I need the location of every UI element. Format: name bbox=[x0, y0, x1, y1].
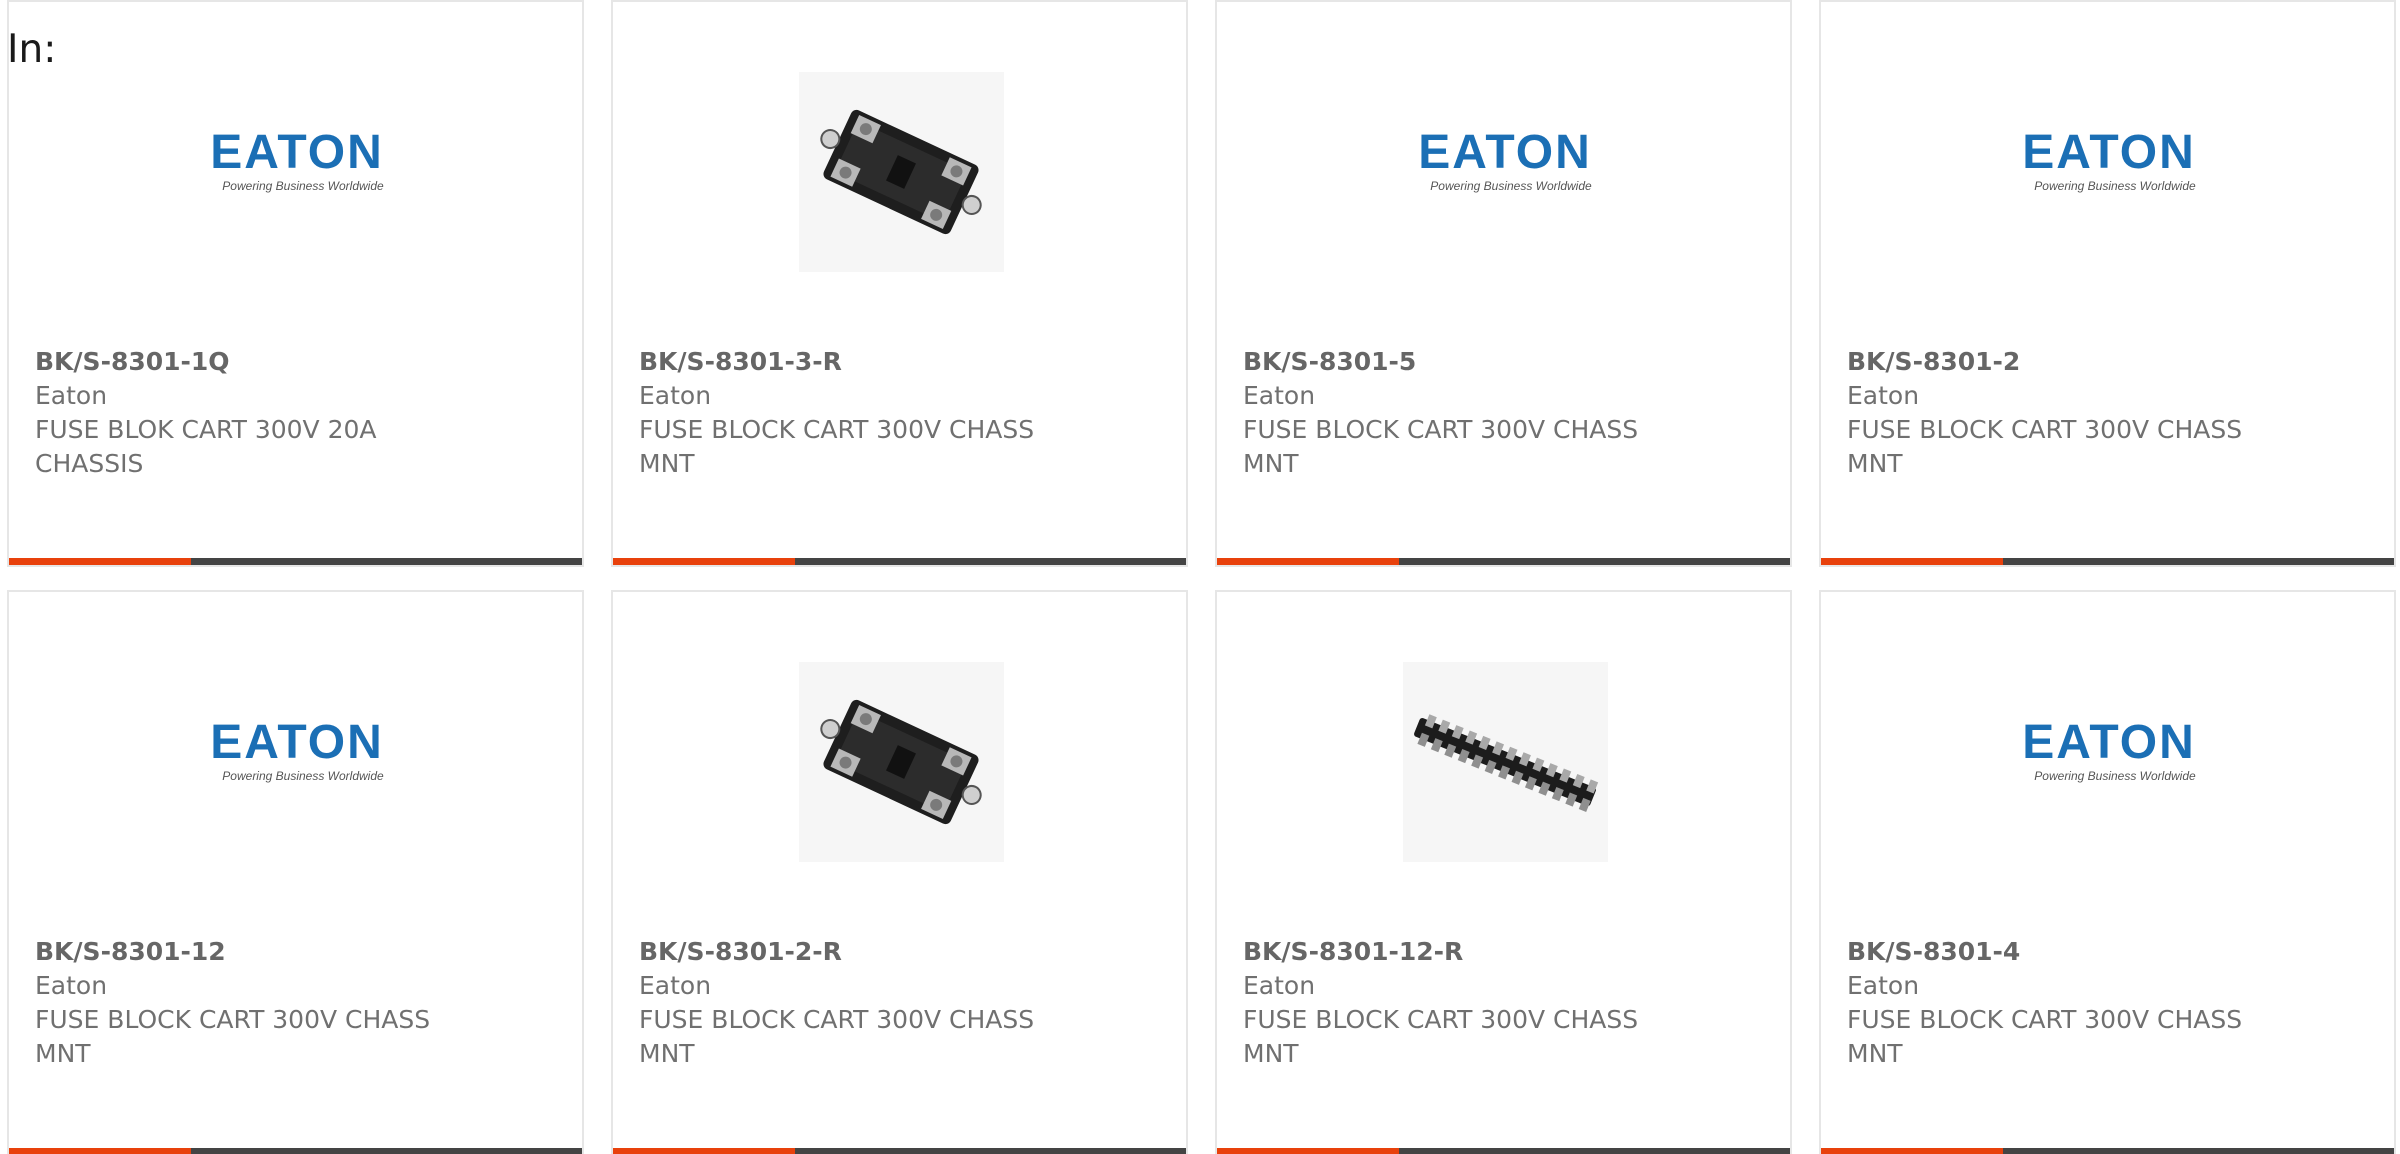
product-grid: EATON Powering Business Worldwide BK/S-83… bbox=[0, 0, 2400, 1154]
card-footer-bar bbox=[1821, 558, 2394, 565]
product-description: FUSE BLOK CART 300V 20A CHASSIS bbox=[35, 415, 377, 478]
product-description: FUSE BLOCK CART 300V CHASS MNT bbox=[1243, 415, 1639, 478]
product-description: FUSE BLOCK CART 300V CHASS MNT bbox=[639, 1005, 1035, 1068]
svg-text:EATON: EATON bbox=[1418, 126, 1592, 179]
product-card[interactable]: BK/S-8301-2-R Eaton FUSE BLOCK CART 300V… bbox=[611, 590, 1188, 1154]
product-card[interactable]: BK/S-8301-12-R Eaton FUSE BLOCK CART 300… bbox=[1215, 590, 1792, 1154]
svg-text:Powering Business Worldwide: Powering Business Worldwide bbox=[222, 179, 384, 193]
part-number[interactable]: BK/S-8301-1Q bbox=[35, 345, 555, 379]
svg-text:Powering Business Worldwide: Powering Business Worldwide bbox=[1430, 179, 1592, 193]
svg-text:EATON: EATON bbox=[210, 716, 384, 769]
product-info: BK/S-8301-2-R Eaton FUSE BLOCK CART 300V… bbox=[639, 935, 1159, 1071]
product-description: FUSE BLOCK CART 300V CHASS MNT bbox=[1847, 1005, 2243, 1068]
product-info: BK/S-8301-12-R Eaton FUSE BLOCK CART 300… bbox=[1243, 935, 1763, 1071]
svg-text:EATON: EATON bbox=[2022, 126, 2196, 179]
part-number[interactable]: BK/S-8301-2 bbox=[1847, 345, 2367, 379]
svg-text:EATON: EATON bbox=[210, 126, 384, 179]
card-footer-bar bbox=[1821, 1148, 2394, 1154]
product-card[interactable]: BK/S-8301-3-R Eaton FUSE BLOCK CART 300V… bbox=[611, 0, 1188, 567]
card-accent bbox=[9, 1148, 191, 1154]
product-info: BK/S-8301-3-R Eaton FUSE BLOCK CART 300V… bbox=[639, 345, 1159, 481]
card-footer-bar bbox=[9, 558, 582, 565]
part-number[interactable]: BK/S-8301-5 bbox=[1243, 345, 1763, 379]
card-accent bbox=[1217, 558, 1399, 565]
manufacturer: Eaton bbox=[1243, 971, 1316, 1000]
fuse-block-image bbox=[799, 662, 1004, 862]
product-card[interactable]: EATON Powering Business Worldwide BK/S-83… bbox=[1819, 0, 2396, 567]
manufacturer: Eaton bbox=[35, 971, 108, 1000]
in-label: In: bbox=[7, 27, 57, 72]
card-footer-bar bbox=[1217, 1148, 1790, 1154]
manufacturer: Eaton bbox=[1847, 381, 1920, 410]
svg-text:Powering Business Worldwide: Powering Business Worldwide bbox=[222, 769, 384, 783]
manufacturer: Eaton bbox=[1243, 381, 1316, 410]
part-number[interactable]: BK/S-8301-3-R bbox=[639, 345, 1159, 379]
card-accent bbox=[1821, 1148, 2003, 1154]
product-info: BK/S-8301-4 Eaton FUSE BLOCK CART 300V C… bbox=[1847, 935, 2367, 1071]
fuse-block-image bbox=[799, 72, 1004, 272]
product-description: FUSE BLOCK CART 300V CHASS MNT bbox=[639, 415, 1035, 478]
product-card[interactable]: EATON Powering Business Worldwide BK/S-83… bbox=[1215, 0, 1792, 567]
manufacturer: Eaton bbox=[639, 971, 712, 1000]
product-description: FUSE BLOCK CART 300V CHASS MNT bbox=[1243, 1005, 1639, 1068]
manufacturer: Eaton bbox=[1847, 971, 1920, 1000]
svg-text:Powering Business Worldwide: Powering Business Worldwide bbox=[2034, 769, 2196, 783]
card-footer-bar bbox=[613, 1148, 1186, 1154]
product-card[interactable]: EATON Powering Business Worldwide BK/S-83… bbox=[7, 590, 584, 1154]
product-results-page: In: EATON Powering Business Worldwide BK/… bbox=[0, 0, 2400, 1154]
card-accent bbox=[613, 1148, 795, 1154]
part-number[interactable]: BK/S-8301-12 bbox=[35, 935, 555, 969]
product-info: BK/S-8301-5 Eaton FUSE BLOCK CART 300V C… bbox=[1243, 345, 1763, 481]
product-info: BK/S-8301-12 Eaton FUSE BLOCK CART 300V … bbox=[35, 935, 555, 1071]
eaton-logo-image: EATON Powering Business Worldwide bbox=[2007, 72, 2212, 272]
card-accent bbox=[1821, 558, 2003, 565]
eaton-logo-image: EATON Powering Business Worldwide bbox=[2007, 662, 2212, 862]
svg-text:Powering Business Worldwide: Powering Business Worldwide bbox=[2034, 179, 2196, 193]
manufacturer: Eaton bbox=[35, 381, 108, 410]
product-description: FUSE BLOCK CART 300V CHASS MNT bbox=[1847, 415, 2243, 478]
card-accent bbox=[1217, 1148, 1399, 1154]
fuse-strip-image bbox=[1403, 662, 1608, 862]
manufacturer: Eaton bbox=[639, 381, 712, 410]
eaton-logo-image: EATON Powering Business Worldwide bbox=[195, 662, 400, 862]
eaton-logo-image: EATON Powering Business Worldwide bbox=[195, 72, 400, 272]
card-footer-bar bbox=[1217, 558, 1790, 565]
card-accent bbox=[9, 558, 191, 565]
card-footer-bar bbox=[613, 558, 1186, 565]
svg-text:EATON: EATON bbox=[2022, 716, 2196, 769]
eaton-logo-image: EATON Powering Business Worldwide bbox=[1403, 72, 1608, 272]
part-number[interactable]: BK/S-8301-2-R bbox=[639, 935, 1159, 969]
card-footer-bar bbox=[9, 1148, 582, 1154]
product-card[interactable]: EATON Powering Business Worldwide BK/S-83… bbox=[1819, 590, 2396, 1154]
product-info: BK/S-8301-1Q Eaton FUSE BLOK CART 300V 2… bbox=[35, 345, 555, 481]
product-description: FUSE BLOCK CART 300V CHASS MNT bbox=[35, 1005, 431, 1068]
product-card[interactable]: EATON Powering Business Worldwide BK/S-83… bbox=[7, 0, 584, 567]
card-accent bbox=[613, 558, 795, 565]
part-number[interactable]: BK/S-8301-12-R bbox=[1243, 935, 1763, 969]
part-number[interactable]: BK/S-8301-4 bbox=[1847, 935, 2367, 969]
product-info: BK/S-8301-2 Eaton FUSE BLOCK CART 300V C… bbox=[1847, 345, 2367, 481]
